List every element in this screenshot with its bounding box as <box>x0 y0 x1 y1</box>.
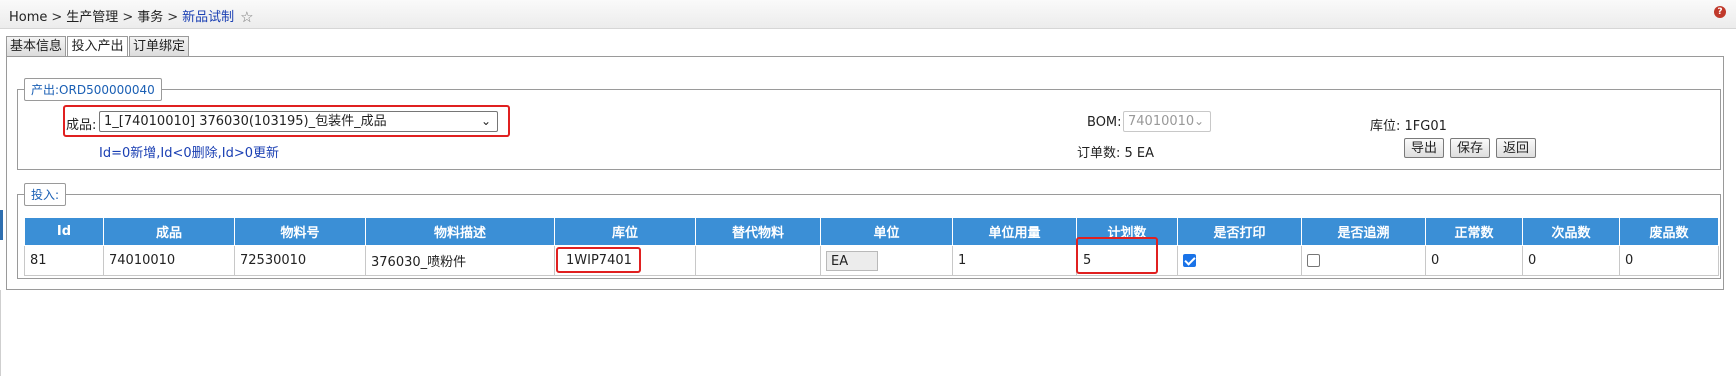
product-label: 成品: <box>66 118 97 133</box>
output-legend: 产出:ORD500000040 <box>24 78 162 101</box>
column-header: 成品 <box>103 217 235 246</box>
bom-select-value: 74010010 <box>1128 114 1195 129</box>
cell-product: 74010010 <box>103 245 235 276</box>
cell-id: 81 <box>24 245 104 276</box>
cell-defective: 0 <box>1522 245 1620 276</box>
chevron-down-icon: ⌄ <box>1193 114 1204 128</box>
print-checkbox[interactable] <box>1183 254 1196 267</box>
cell-trace <box>1301 245 1426 276</box>
bom-select[interactable]: 74010010 ⌄ <box>1123 111 1211 132</box>
side-divider <box>0 290 1 376</box>
location-label: 库位: 1FG01 <box>1370 119 1447 134</box>
top-bar: Home > 生产管理 > 事务 > 新品试制 ☆ ? <box>0 0 1736 29</box>
breadcrumb-production[interactable]: 生产管理 <box>66 10 118 25</box>
save-button[interactable]: 保存 <box>1450 138 1490 158</box>
cell-scrap: 0 <box>1619 245 1719 276</box>
planned-qty-input[interactable]: 5 <box>1082 250 1142 271</box>
trace-checkbox[interactable] <box>1307 254 1320 267</box>
product-select-value: 1_[74010010] 376030(103195)_包装件_成品 <box>104 114 387 129</box>
column-header: 替代物料 <box>695 217 821 246</box>
location-input[interactable]: 1WIP7401 <box>560 250 632 271</box>
cell-unit-qty: 1 <box>952 245 1077 276</box>
table-header-row: Id 成品 物料号 物料描述 库位 替代物料 单位 单位用量 计划数 是否打印 … <box>24 217 1719 246</box>
input-legend: 投入: <box>24 183 67 206</box>
cell-substitute[interactable] <box>695 245 821 276</box>
star-icon[interactable]: ☆ <box>240 8 253 26</box>
chevron-down-icon: ⌄ <box>480 114 491 128</box>
export-button[interactable]: 导出 <box>1404 138 1444 158</box>
column-header: 物料描述 <box>365 217 555 246</box>
product-select[interactable]: 1_[74010010] 376030(103195)_包装件_成品 ⌄ <box>99 111 498 132</box>
cell-material-no: 72530010 <box>234 245 366 276</box>
cell-unit: EA <box>820 245 953 276</box>
column-header: 物料号 <box>234 217 366 246</box>
tab-basic-info[interactable]: 基本信息 <box>6 36 66 57</box>
back-button[interactable]: 返回 <box>1496 138 1536 158</box>
cell-normal: 0 <box>1425 245 1523 276</box>
column-header: 单位用量 <box>952 217 1077 246</box>
bom-label: BOM: <box>1087 115 1122 130</box>
cell-planned: 5 <box>1076 245 1178 276</box>
breadcrumb-current: 新品试制 <box>182 10 235 25</box>
table-row: 81 74010010 72530010 376030_喷粉件 1WIP7401… <box>24 245 1719 276</box>
unit-field: EA <box>826 250 878 271</box>
breadcrumb-separator: > <box>122 10 134 25</box>
column-header: 计划数 <box>1076 217 1178 246</box>
help-icon[interactable]: ? <box>1714 6 1726 18</box>
cell-print <box>1177 245 1302 276</box>
column-header: 废品数 <box>1619 217 1719 246</box>
tab-input-output[interactable]: 投入产出 <box>67 36 128 58</box>
column-header: 单位 <box>820 217 953 246</box>
tab-order-binding[interactable]: 订单绑定 <box>129 36 189 57</box>
order-quantity: 订单数: 5 EA <box>1077 146 1155 161</box>
column-header: 是否打印 <box>1177 217 1302 246</box>
breadcrumb-home[interactable]: Home <box>9 10 47 25</box>
id-hint: Id=0新增,Id<0删除,Id>0更新 <box>99 146 280 161</box>
column-header: Id <box>24 217 104 246</box>
column-header: 正常数 <box>1425 217 1523 246</box>
breadcrumb-transactions[interactable]: 事务 <box>137 10 163 25</box>
side-accent <box>0 210 3 240</box>
cell-description: 376030_喷粉件 <box>365 245 555 276</box>
column-header: 次品数 <box>1522 217 1620 246</box>
column-header: 库位 <box>554 217 696 246</box>
column-header: 是否追溯 <box>1301 217 1426 246</box>
breadcrumb-separator: > <box>51 10 63 25</box>
breadcrumb-separator: > <box>167 10 179 25</box>
cell-location: 1WIP7401 <box>554 245 696 276</box>
breadcrumb: Home > 生产管理 > 事务 > 新品试制 ☆ <box>9 6 254 26</box>
input-table: Id 成品 物料号 物料描述 库位 替代物料 单位 单位用量 计划数 是否打印 … <box>24 217 1719 276</box>
